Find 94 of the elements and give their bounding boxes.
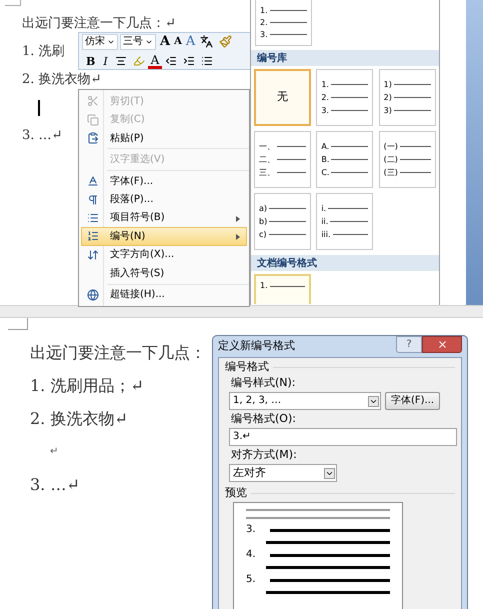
menu-item[interactable]: 粘贴(P) — [81, 128, 247, 148]
outdent-icon[interactable] — [165, 55, 178, 67]
close-button[interactable] — [422, 336, 462, 353]
indent-icon[interactable] — [183, 55, 196, 67]
numbering-option[interactable]: 一、 二、 三、 — [254, 131, 311, 188]
number-label: 二、 — [259, 156, 275, 164]
numbering-option[interactable]: 无 — [254, 69, 311, 126]
number-label: 3. — [321, 106, 329, 114]
font-color-button[interactable]: A — [148, 54, 162, 68]
number-label: i. — [321, 204, 326, 212]
number-label: 1. — [260, 6, 268, 14]
paragraph-mark: ↵ — [50, 445, 58, 459]
copy-icon — [87, 114, 99, 126]
menu-item[interactable]: 编号(N) — [81, 227, 247, 246]
number-label: (三) — [384, 168, 398, 176]
numbered-list-icon — [87, 230, 99, 242]
number-label: 3. — [260, 30, 268, 38]
number-label: 2. — [321, 94, 329, 102]
style-select[interactable]: 1, 2, 3, … — [229, 392, 381, 410]
numbering-option[interactable]: (一) (二) (三) — [378, 131, 436, 188]
preview-number: 3. — [246, 525, 257, 535]
grow-font-button[interactable]: A — [158, 35, 172, 48]
shrink-font-button[interactable]: A — [172, 36, 184, 46]
number-label: 一、 — [259, 142, 275, 150]
menu-item[interactable]: 字体(F)... — [81, 172, 247, 190]
preview-number: 4. — [246, 550, 257, 560]
menu-item[interactable]: 项目符号(B) — [81, 208, 247, 228]
clipboard-icon — [87, 132, 99, 144]
document-line: 3. …↵ — [30, 474, 80, 496]
bold-button[interactable]: B — [82, 56, 100, 66]
page-corner-mark — [8, 318, 28, 330]
section-header: 编号库 — [251, 50, 439, 66]
number-label: iii. — [321, 230, 331, 238]
arrows-icon — [87, 248, 99, 261]
dialog-title: 定义新编号格式 — [218, 338, 295, 354]
preview-number: 5. — [246, 575, 257, 585]
styles-button[interactable]: A — [184, 35, 198, 48]
numbering-option[interactable]: 1. 2. 3. — [255, 0, 312, 46]
document-line: 2. 换洗衣物↵ — [30, 408, 128, 430]
document-line: 出远门要注意一下几点： — [30, 342, 206, 364]
format-input[interactable]: 3.↵ — [229, 428, 457, 446]
menu-item[interactable]: 段落(P)... — [81, 190, 247, 209]
close-icon — [436, 339, 448, 350]
toolbar-dropdown[interactable]: 三号 — [120, 34, 156, 50]
number-label: b) — [259, 218, 268, 226]
numbering-option[interactable]: 1) 2) 3) — [378, 69, 436, 126]
font-button[interactable]: 字体(F)... — [385, 392, 440, 410]
numbering-option[interactable]: 1. 2. 3. — [316, 69, 374, 126]
paintbrush-icon[interactable] — [219, 35, 232, 48]
paragraph-icon — [87, 194, 99, 206]
align-select[interactable]: 左对齐 — [229, 464, 337, 482]
number-label: (二) — [384, 156, 398, 164]
group-label: 编号格式 — [225, 360, 269, 374]
menu-item[interactable]: 插入符号(S) — [81, 264, 247, 283]
letter-a-icon — [87, 175, 99, 188]
document-line: 1. 洗刷用品；↵ — [30, 374, 144, 396]
number-label: B. — [321, 156, 330, 164]
number-label: 1. — [321, 80, 329, 88]
number-label: 1. — [260, 282, 268, 290]
number-label: 2. — [260, 18, 268, 26]
number-label: (一) — [384, 142, 398, 150]
document-line: 出远门要注意一下几点：↵ — [22, 16, 176, 32]
page-corner-mark — [5, 0, 21, 6]
field-label: 对齐方式(M): — [230, 448, 298, 462]
number-label: 2) — [384, 94, 392, 102]
globe-icon — [87, 288, 99, 301]
numbering-option[interactable]: A. B. C. — [316, 131, 374, 188]
number-label: c) — [259, 230, 267, 238]
scissors-icon — [87, 95, 99, 108]
help-button[interactable]: ? — [396, 336, 422, 353]
number-label: C. — [321, 168, 330, 176]
toolbar-dropdown[interactable]: 仿宋 — [82, 34, 118, 50]
field-label: 编号样式(N): — [230, 376, 297, 390]
menu-item[interactable]: 超链接(H)... — [81, 286, 247, 304]
numbering-option[interactable]: 1. — [254, 274, 311, 304]
number-label: a) — [259, 204, 268, 212]
numbering-option[interactable]: a) b) c) — [254, 193, 311, 250]
number-label: A. — [321, 142, 330, 150]
field-label: 编号格式(O): — [230, 412, 297, 426]
italic-button[interactable]: I — [99, 56, 112, 66]
text-cursor — [38, 100, 40, 116]
number-label: 1) — [384, 80, 392, 88]
numbering-option[interactable]: i. ii. iii. — [316, 193, 374, 250]
document-line: 3. …↵ — [22, 128, 62, 144]
document-line: 1. 洗刷 — [22, 44, 65, 60]
menu-item[interactable]: 文字方向(X)... — [81, 246, 247, 264]
document-line: 2. 换洗衣物↵ — [22, 72, 102, 88]
number-label: 3) — [384, 106, 392, 114]
section-header: 文档编号格式 — [251, 255, 439, 271]
number-label: ii. — [321, 218, 328, 226]
group-label: 预览 — [225, 486, 247, 500]
align-center-icon[interactable] — [114, 55, 127, 67]
number-label: 三、 — [259, 168, 275, 176]
phonetic-icon[interactable] — [200, 35, 214, 48]
